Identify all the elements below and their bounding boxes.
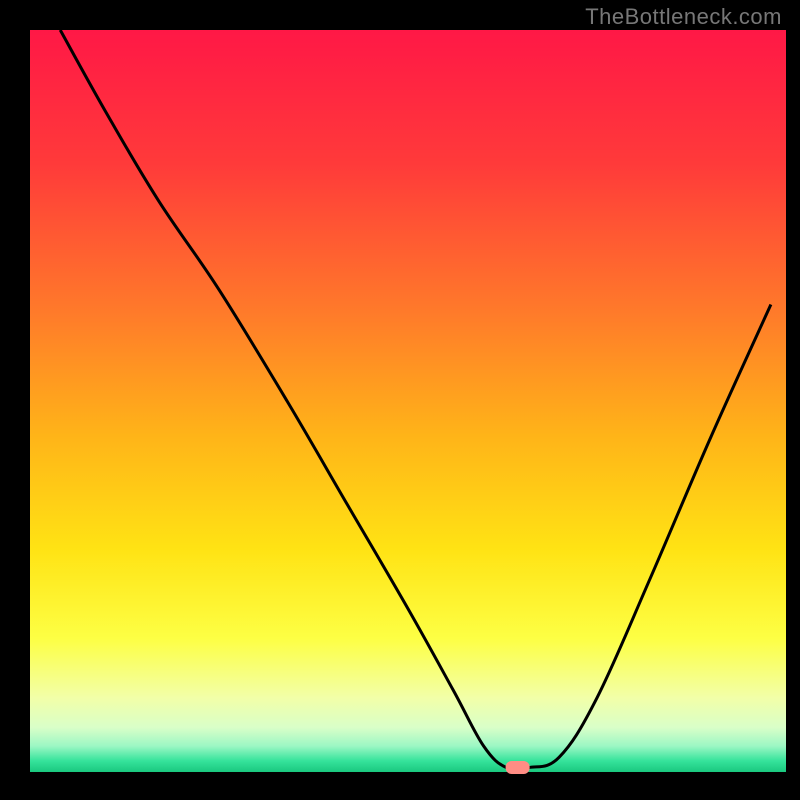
bottleneck-chart: TheBottleneck.com [0,0,800,800]
minimum-marker [506,761,530,774]
plot-area [0,0,800,800]
attribution-text: TheBottleneck.com [585,4,782,30]
gradient-background [30,30,786,772]
